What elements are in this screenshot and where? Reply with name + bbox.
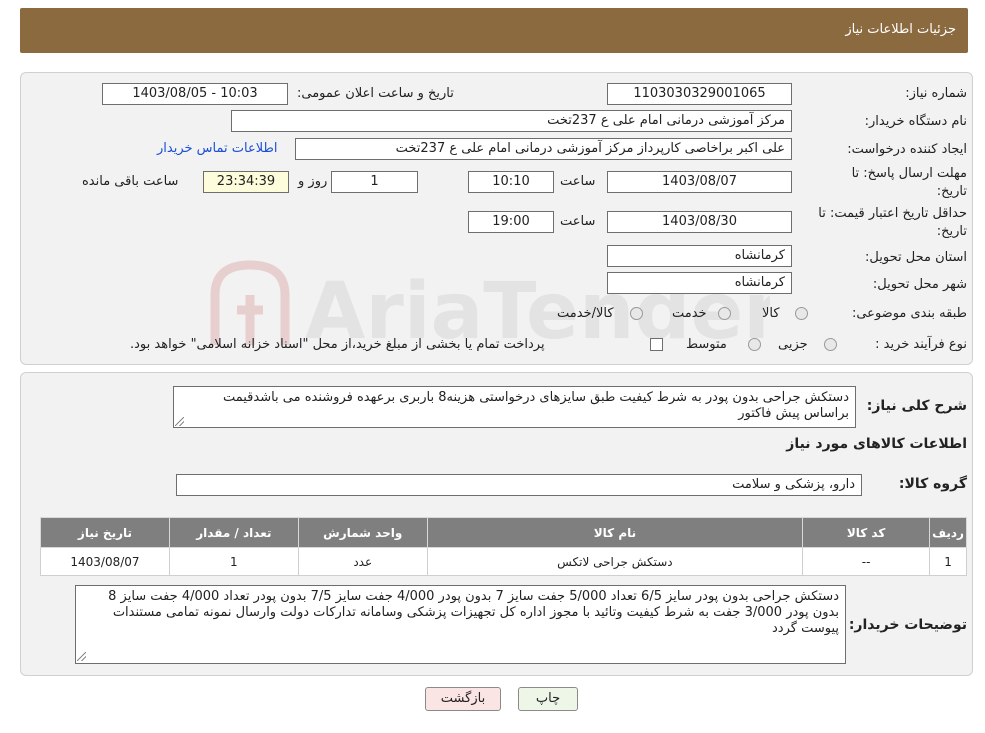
validity-time-label: ساعت (560, 214, 596, 229)
city-label: شهر محل تحویل: (872, 277, 967, 292)
col-date: تاریخ نیاز (40, 517, 170, 548)
row-code: -- (802, 547, 931, 576)
announce-field: 1403/08/05 - 10:03 (102, 83, 288, 105)
province-field: کرمانشاه (607, 245, 792, 267)
buyer-notes-textarea[interactable]: دستکش جراحی بدون پودر سایز 6/5 تعداد 5/0… (75, 585, 846, 664)
buyer-org-label: نام دستگاه خریدار: (864, 114, 967, 129)
process-medium-radio[interactable] (748, 338, 761, 351)
validity-label-line1: حداقل تاریخ اعتبار قیمت: تا (818, 206, 967, 221)
announce-label: تاریخ و ساعت اعلان عمومی: (297, 86, 454, 101)
col-name: نام کالا (426, 517, 804, 548)
table-row: 1 -- دستکش جراحی لاتکس عدد 1 1403/08/07 (40, 547, 967, 576)
process-minor-radio[interactable] (824, 338, 837, 351)
col-qty: تعداد / مقدار (168, 517, 299, 548)
category-goods-radio[interactable] (795, 307, 808, 320)
remaining-time-field: 23:34:39 (203, 171, 289, 193)
buyer-contact-link[interactable]: اطلاعات تماس خریدار (157, 141, 277, 156)
buyer-org-field: مرکز آموزشی درمانی امام علی ع 237تخت (231, 110, 792, 132)
city-field: کرمانشاه (607, 272, 792, 294)
process-type-label: نوع فرآیند خرید : (875, 337, 967, 352)
goods-section-title: اطلاعات کالاهای مورد نیاز (786, 436, 967, 452)
validity-label-line2: تاریخ: (936, 224, 967, 239)
buyer-notes-label: توضیحات خریدار: (848, 617, 967, 633)
goods-table: ردیف کد کالا نام کالا واحد شمارش تعداد /… (40, 517, 967, 576)
category-goods-service-radio[interactable] (630, 307, 643, 320)
category-service-radio[interactable] (718, 307, 731, 320)
page-header: جزئیات اطلاعات نیاز (20, 8, 968, 53)
row-qty: 1 (168, 547, 299, 576)
row-index: 1 (929, 547, 967, 576)
back-button[interactable]: بازگشت (425, 687, 501, 711)
category-goods-service-label: کالا/خدمت (557, 306, 614, 321)
creator-label: ایجاد کننده درخواست: (847, 142, 967, 157)
days-label: روز و (298, 174, 328, 189)
col-unit: واحد شمارش (297, 517, 428, 548)
goods-group-label: گروه کالا: (898, 476, 967, 492)
remaining-label: ساعت باقی مانده (82, 174, 179, 189)
category-goods-label: کالا (762, 306, 780, 321)
days-remaining-field: 1 (331, 171, 418, 193)
deadline-date-field: 1403/08/07 (607, 171, 792, 193)
process-minor-label: جزیی (778, 337, 808, 352)
province-label: استان محل تحویل: (865, 250, 967, 265)
resize-grip-icon[interactable] (77, 652, 86, 661)
row-date: 1403/08/07 (40, 547, 170, 576)
row-unit: عدد (297, 547, 428, 576)
summary-textarea[interactable]: دستکش جراحی بدون پودر به شرط کیفیت طبق س… (173, 386, 856, 428)
deadline-label-line1: مهلت ارسال پاسخ: تا (851, 166, 967, 181)
summary-label: شرح کلی نیاز: (866, 398, 967, 414)
process-medium-label: متوسط (686, 337, 727, 352)
col-code: کد کالا (802, 517, 931, 548)
page-title: جزئیات اطلاعات نیاز (845, 22, 956, 37)
validity-time-field: 19:00 (468, 211, 554, 233)
col-index: ردیف (929, 517, 967, 548)
need-number-field: 1103030329001065 (607, 83, 792, 105)
validity-date-field: 1403/08/30 (607, 211, 792, 233)
creator-field: علی اکبر براخاصی کارپرداز مرکز آموزشی در… (295, 138, 792, 160)
payment-checkbox[interactable] (650, 338, 663, 351)
goods-table-header: ردیف کد کالا نام کالا واحد شمارش تعداد /… (40, 517, 967, 548)
category-service-label: خدمت (672, 306, 707, 321)
deadline-time-field: 10:10 (468, 171, 554, 193)
payment-note: پرداخت تمام یا بخشی از مبلغ خرید،از محل … (130, 337, 545, 352)
need-number-label: شماره نیاز: (905, 86, 967, 101)
deadline-label-line2: تاریخ: (936, 184, 967, 199)
category-label: طبقه بندی موضوعی: (851, 306, 967, 321)
row-name: دستکش جراحی لاتکس (426, 547, 804, 576)
goods-group-field: دارو، پزشکی و سلامت (176, 474, 862, 496)
print-button[interactable]: چاپ (518, 687, 578, 711)
deadline-time-label: ساعت (560, 174, 596, 189)
resize-grip-icon[interactable] (175, 417, 184, 426)
